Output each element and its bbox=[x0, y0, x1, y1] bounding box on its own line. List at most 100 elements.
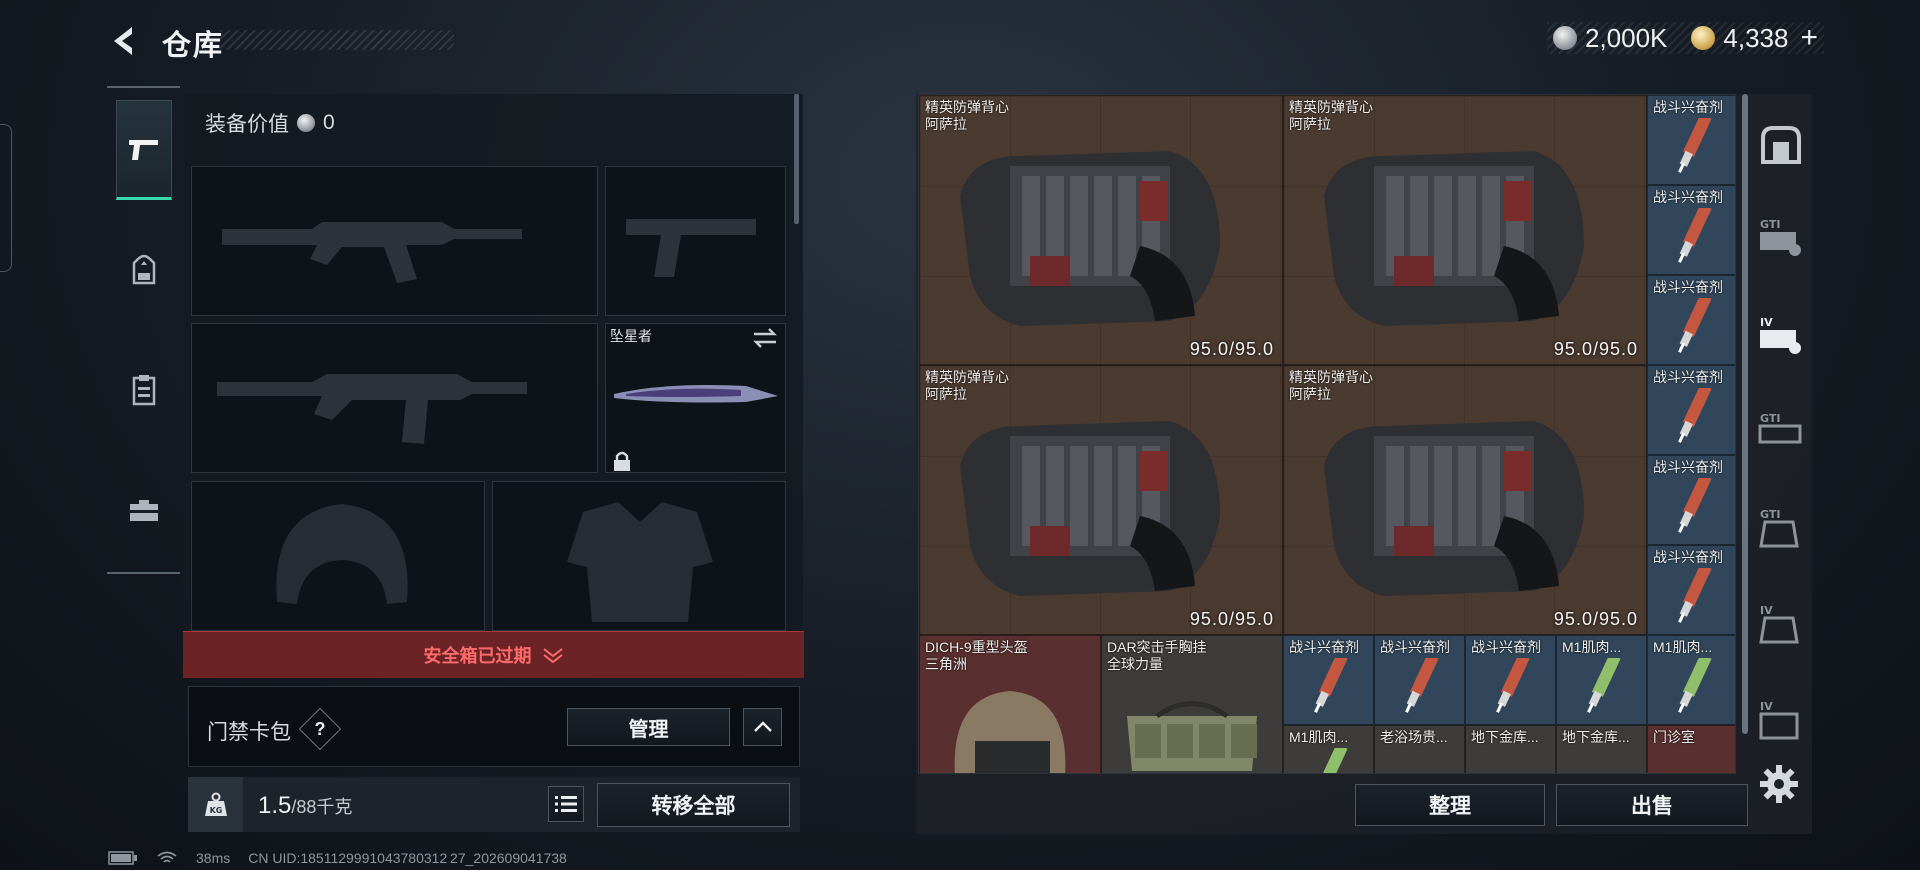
helmet-slot[interactable] bbox=[191, 481, 485, 631]
rifle-silhouette-icon bbox=[222, 222, 522, 283]
svg-text:GTI: GTI bbox=[1760, 218, 1780, 231]
vest-silhouette-icon bbox=[567, 502, 713, 622]
syringe-icon bbox=[1678, 298, 1712, 353]
svg-text:KG: KG bbox=[209, 806, 222, 815]
pistol-icon bbox=[129, 140, 158, 160]
syringe-icon bbox=[1678, 478, 1712, 533]
sidearm-slot[interactable] bbox=[605, 166, 786, 316]
page-title: 仓库 bbox=[162, 30, 225, 62]
stim-item[interactable]: 战斗兴奋剂 bbox=[1647, 545, 1735, 635]
armor-vest-icon bbox=[1324, 151, 1584, 326]
item-name: 精英防弹背心 阿萨拉 bbox=[925, 369, 1009, 402]
key-item[interactable]: 门诊室 bbox=[1647, 725, 1735, 773]
muscle-injector-item[interactable]: M1肌肉... bbox=[1556, 635, 1647, 725]
stim-item[interactable]: 战斗兴奋剂 bbox=[1647, 455, 1735, 545]
rig-item[interactable]: DAR突击手胸挂 全球力量 bbox=[1101, 635, 1283, 773]
rifle-silhouette-icon bbox=[217, 374, 527, 444]
item-name: M1肌肉... bbox=[1653, 639, 1713, 655]
iv-box-icon[interactable]: IV bbox=[1757, 696, 1805, 742]
melee-name: 坠星者 bbox=[610, 328, 652, 344]
sort-button[interactable]: 整理 bbox=[1355, 784, 1545, 826]
stim-item[interactable]: 战斗兴奋剂 bbox=[1465, 635, 1556, 725]
armor-vest-icon bbox=[1324, 421, 1584, 596]
key-item[interactable]: 地下金库... bbox=[1465, 725, 1556, 773]
tab-consumables[interactable] bbox=[116, 340, 172, 440]
swap-icon[interactable] bbox=[752, 328, 778, 348]
stim-item[interactable]: 战斗兴奋剂 bbox=[1647, 95, 1735, 185]
pistol-silhouette-icon bbox=[626, 219, 756, 277]
keycard-label: 门禁卡包 bbox=[207, 721, 291, 744]
back-arrow-icon[interactable] bbox=[108, 24, 142, 58]
clipboard-icon bbox=[132, 375, 156, 406]
list-view-button[interactable] bbox=[548, 786, 584, 822]
stim-item[interactable]: 战斗兴奋剂 bbox=[1647, 275, 1735, 365]
silver-amount: 2,000K bbox=[1584, 22, 1668, 53]
syringe-icon bbox=[1318, 748, 1348, 773]
gold-amount: 4,338 bbox=[1723, 22, 1789, 53]
tab-weapons[interactable] bbox=[116, 100, 172, 200]
loadout-scrollbar[interactable] bbox=[794, 94, 799, 224]
add-currency-button[interactable]: + bbox=[1800, 21, 1818, 55]
battery-icon bbox=[108, 851, 137, 865]
svg-text:GTI: GTI bbox=[1760, 508, 1780, 521]
gti-key-icon[interactable]: GTI bbox=[1757, 214, 1805, 260]
side-drawer-handle[interactable] bbox=[0, 124, 12, 272]
gear-icon[interactable] bbox=[1758, 763, 1800, 805]
manage-button[interactable]: 管理 bbox=[567, 708, 730, 746]
syringe-icon bbox=[1678, 658, 1712, 713]
weight-icon: KG bbox=[204, 792, 227, 816]
item-name: 战斗兴奋剂 bbox=[1653, 279, 1723, 295]
equip-value-amount: 0 bbox=[323, 111, 335, 134]
storage-scrollbar[interactable] bbox=[1742, 94, 1748, 734]
weight-max: /88千克 bbox=[291, 797, 353, 817]
user-uid: CN UID:1851129991043780312 27_2026090417… bbox=[248, 850, 567, 866]
svg-text:IV: IV bbox=[1760, 700, 1773, 713]
tab-gear[interactable] bbox=[116, 220, 172, 320]
vest-item[interactable]: 精英防弹背心 阿萨拉 95.0/95.0 bbox=[1283, 95, 1647, 365]
item-name: 地下金库... bbox=[1562, 729, 1630, 745]
item-name: 战斗兴奋剂 bbox=[1471, 639, 1541, 655]
wifi-icon bbox=[157, 851, 177, 863]
equip-value-label: 装备价值 bbox=[205, 113, 289, 136]
svg-text:GTI: GTI bbox=[1760, 412, 1780, 425]
iv-bag-icon[interactable]: IV bbox=[1757, 600, 1805, 646]
safe-icon[interactable] bbox=[1757, 122, 1805, 168]
equip-value: 装备价值 0 bbox=[205, 108, 335, 138]
sell-button[interactable]: 出售 bbox=[1556, 784, 1748, 826]
stim-item[interactable]: 战斗兴奋剂 bbox=[1283, 635, 1374, 725]
syringe-icon bbox=[1314, 658, 1348, 713]
svg-text:IV: IV bbox=[1760, 604, 1773, 617]
iv-key-icon[interactable]: IV bbox=[1757, 312, 1805, 358]
storage-grid: 精英防弹背心 阿萨拉 95.0/95.0 精英防弹背心 阿萨拉 95.0/95.0 … bbox=[918, 94, 1736, 774]
vest-item[interactable]: 精英防弹背心 阿萨拉 95.0/95.0 bbox=[1283, 365, 1647, 635]
svg-text:IV: IV bbox=[1760, 316, 1773, 329]
safebox-expired-banner[interactable]: 安全箱已过期 bbox=[183, 631, 804, 678]
ping: 38ms bbox=[196, 850, 231, 866]
primary-weapon-slot[interactable] bbox=[191, 166, 598, 316]
syringe-icon bbox=[1496, 658, 1530, 713]
key-item[interactable]: 地下金库... bbox=[1556, 725, 1647, 773]
transfer-all-button[interactable]: 转移全部 bbox=[597, 783, 790, 827]
item-name: 战斗兴奋剂 bbox=[1653, 369, 1723, 385]
key-item[interactable]: 老浴场贵... bbox=[1374, 725, 1465, 773]
helmet-item[interactable]: DICH-9重型头盔 三角洲 bbox=[919, 635, 1101, 773]
status-bar: 38ms CN UID:1851129991043780312 27_20260… bbox=[108, 850, 567, 866]
weight-box: KG bbox=[188, 777, 243, 832]
armor-slot[interactable] bbox=[492, 481, 786, 631]
collapse-button[interactable] bbox=[743, 708, 782, 746]
vest-item[interactable]: 精英防弹背心 阿萨拉 95.0/95.0 bbox=[919, 95, 1283, 365]
secondary-weapon-slot[interactable] bbox=[191, 323, 598, 473]
muscle-injector-item[interactable]: M1肌肉... bbox=[1283, 725, 1374, 773]
stim-item[interactable]: 战斗兴奋剂 bbox=[1647, 365, 1735, 455]
item-name: M1肌肉... bbox=[1289, 729, 1349, 745]
item-name: 地下金库... bbox=[1471, 729, 1539, 745]
syringe-icon bbox=[1678, 388, 1712, 443]
vest-item[interactable]: 精英防弹背心 阿萨拉 95.0/95.0 bbox=[919, 365, 1283, 635]
stim-item[interactable]: 战斗兴奋剂 bbox=[1374, 635, 1465, 725]
gti-card-icon[interactable]: GTI bbox=[1757, 408, 1805, 454]
stim-item[interactable]: 战斗兴奋剂 bbox=[1647, 185, 1735, 275]
silver-coin-icon bbox=[297, 114, 315, 132]
muscle-injector-item[interactable]: M1肌肉... bbox=[1647, 635, 1735, 725]
gti-bag-icon[interactable]: GTI bbox=[1757, 504, 1805, 550]
tab-toolbox[interactable] bbox=[116, 460, 172, 560]
